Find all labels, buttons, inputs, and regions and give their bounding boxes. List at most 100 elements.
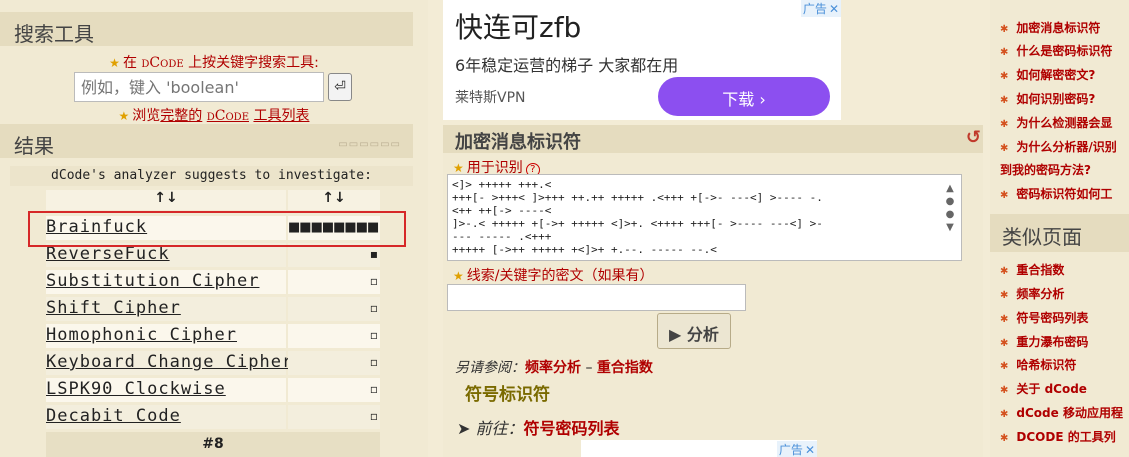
symbol-identifier-link[interactable]: 符号标识符 [465, 380, 550, 405]
dcode-brand: dCode [141, 55, 184, 71]
similar-pages-header: 类似页面 [990, 214, 1129, 252]
identifier-header: 加密消息标识符 ↺ [443, 125, 983, 153]
ad-download-button[interactable]: 下载 › [658, 77, 830, 116]
textarea-scrollbar[interactable]: ▲ ● ● ▼ [943, 182, 957, 234]
star-icon: ★ [453, 161, 464, 175]
result-score: ▫ [288, 324, 380, 348]
star-icon: ★ [118, 109, 130, 123]
dcode-brand-link[interactable]: dCode [207, 108, 249, 124]
identifier-title: 加密消息标识符 [455, 132, 581, 153]
ad-label[interactable]: 广告 ✕ [800, 0, 841, 17]
bullet-icon: ✱ [1000, 95, 1009, 106]
enter-icon[interactable]: ⏎ [328, 73, 352, 101]
close-icon[interactable]: ✕ [829, 2, 839, 16]
frequency-analysis-link[interactable]: 频率分析 [525, 360, 581, 376]
result-row[interactable]: Keyboard Change Cipher ▫ [46, 351, 380, 375]
ad-banner[interactable]: 快连可zfb 6年稳定运营的梯子 大家都在用 莱特斯VPN 下载 › 广告 ✕ [443, 0, 841, 120]
ad-banner-bottom[interactable]: 广告 ✕ [581, 440, 817, 457]
ciphertext-textarea[interactable]: <]> +++++ +++.< +++[- >+++< ]>+++ ++.++ … [447, 174, 962, 261]
search-prompt: ★ 在 dCode 上按关键字搜索工具: [109, 55, 319, 71]
bullet-icon: ✱ [1000, 433, 1009, 444]
result-row[interactable]: LSPK90 Clockwise ▫ [46, 378, 380, 402]
identifier-panel: 加密消息标识符 ↺ ★ 用于识别? <]> +++++ +++.< +++[- >… [443, 125, 983, 457]
bullet-icon: ✱ [1000, 47, 1009, 58]
result-name[interactable]: LSPK90 Clockwise [46, 378, 286, 402]
right-sidebar: ✱ 加密消息标识符 ✱ 什么是密码标识符 ✱ 如何解密密文? ✱ 如何识别密码? ✱ 为什… [990, 0, 1129, 457]
main-column: 快连可zfb 6年稳定运营的梯子 大家都在用 莱特斯VPN 下载 › 广告 ✕ 加… [443, 0, 983, 457]
sidebar-link[interactable]: ✱ 为什么分析器/识别 [1000, 138, 1117, 155]
goto-line: ➤ 前往：符号密码列表 [457, 419, 620, 438]
bullet-icon: ✱ [1000, 338, 1009, 349]
result-name[interactable]: Decabit Code [46, 405, 286, 429]
symbol-cipher-list-link[interactable]: 符号密码列表 [524, 419, 620, 438]
similar-link[interactable]: ✱ 符号密码列表 [1000, 309, 1088, 326]
sidebar-link[interactable]: ✱ 什么是密码标识符 [1000, 42, 1112, 59]
similar-link[interactable]: ✱ DCODE 的工具列 [1000, 428, 1116, 445]
sidebar-link[interactable]: ✱ 如何识别密码? [1000, 90, 1095, 107]
browse-full-link[interactable]: 完整的 [160, 108, 202, 124]
search-input[interactable] [74, 72, 324, 102]
bullet-icon: ✱ [1000, 361, 1009, 372]
left-column: 搜索工具 ★在 dCode 上按关键字搜索工具: ⏎ ★浏览完整的 dCode … [0, 0, 428, 457]
collapse-handle[interactable]: ▭▭▭▭▭▭ [338, 139, 401, 150]
result-score: ▫ [288, 351, 380, 375]
sidebar-link[interactable]: ✱ 加密消息标识符 [1000, 19, 1100, 36]
search-tools-header: 搜索工具 [0, 12, 413, 46]
similar-link[interactable]: ✱ 重力瀑布密码 [1000, 333, 1088, 350]
analyze-button[interactable]: ▶ 分析 [657, 313, 731, 349]
results-title: 结果 [14, 134, 54, 158]
search-tools-title: 搜索工具 [14, 22, 94, 46]
browse-tools-line: ★ 浏览完整的 dCode 工具列表 [118, 108, 310, 124]
index-of-coincidence-link[interactable]: 重合指数 [597, 360, 653, 376]
result-score: ▫ [288, 405, 380, 429]
result-name[interactable]: Substitution Cipher [46, 270, 286, 294]
sidebar-link[interactable]: ✱ 为什么检测器会显 [1000, 114, 1112, 131]
clue-label: ★ 线索/关键字的密文（如果有） [453, 268, 654, 284]
bullet-icon: ✱ [1000, 143, 1009, 154]
clue-input[interactable] [447, 284, 746, 311]
bullet-icon: ✱ [1000, 314, 1009, 325]
result-row[interactable]: Homophonic Cipher ▫ [46, 324, 380, 348]
bullet-icon: ✱ [1000, 119, 1009, 130]
sidebar-link[interactable]: ✱ 密码标识符如何工 [1000, 185, 1112, 202]
similar-link[interactable]: ✱ 重合指数 [1000, 261, 1064, 278]
reload-icon[interactable]: ↺ [966, 127, 981, 148]
similar-link[interactable]: ✱ 哈希标识符 [1000, 356, 1076, 373]
ad-title[interactable]: 快连可zfb [455, 6, 581, 46]
bullet-icon: ✱ [1000, 385, 1009, 396]
result-score: ▫ [288, 270, 380, 294]
result-name[interactable]: Homophonic Cipher [46, 324, 286, 348]
ad-label[interactable]: 广告 ✕ [776, 441, 817, 457]
sort-score-button[interactable]: ↑↓ [288, 190, 380, 210]
result-row[interactable]: Decabit Code ▫ [46, 405, 380, 429]
star-icon: ★ [109, 56, 120, 70]
results-pager[interactable]: #8 [46, 432, 380, 457]
similar-link[interactable]: ✱ dCode 移动应用程 [1000, 404, 1123, 421]
sidebar-link[interactable]: ✱ 如何解密密文? [1000, 66, 1095, 83]
result-row[interactable]: Shift Cipher ▫ [46, 297, 380, 321]
similar-link[interactable]: ✱ 关于 dCode [1000, 380, 1087, 397]
bullet-icon: ✱ [1000, 266, 1009, 277]
ad-source[interactable]: 莱特斯VPN [455, 87, 526, 107]
tools-list-link[interactable]: 工具列表 [253, 108, 309, 124]
see-also-line: 另请参阅：频率分析 – 重合指数 [455, 360, 653, 376]
result-name[interactable]: Shift Cipher [46, 297, 286, 321]
star-icon: ★ [453, 269, 464, 283]
bullet-icon: ✱ [1000, 409, 1009, 420]
ad-description[interactable]: 6年稳定运营的梯子 大家都在用 [455, 52, 678, 76]
similar-link[interactable]: ✱ 频率分析 [1000, 285, 1064, 302]
bullet-icon: ✱ [1000, 190, 1009, 201]
sort-name-button[interactable]: ↑↓ [46, 190, 286, 210]
result-name[interactable]: Keyboard Change Cipher [46, 351, 292, 375]
analyzer-suggestion: dCode's analyzer suggests to investigate… [10, 166, 413, 186]
bullet-icon: ✱ [1000, 71, 1009, 82]
result-score: ▫ [288, 378, 380, 402]
result-score: ▫ [288, 297, 380, 321]
close-icon[interactable]: ✕ [805, 443, 815, 457]
result-row[interactable]: Substitution Cipher ▫ [46, 270, 380, 294]
top-result-highlight [28, 211, 406, 247]
results-header: 结果 ▭▭▭▭▭▭ [0, 124, 413, 158]
sidebar-link-continued[interactable]: 到我的密码方法? [1000, 161, 1091, 178]
bullet-icon: ✱ [1000, 290, 1009, 301]
bullet-icon: ✱ [1000, 24, 1009, 35]
